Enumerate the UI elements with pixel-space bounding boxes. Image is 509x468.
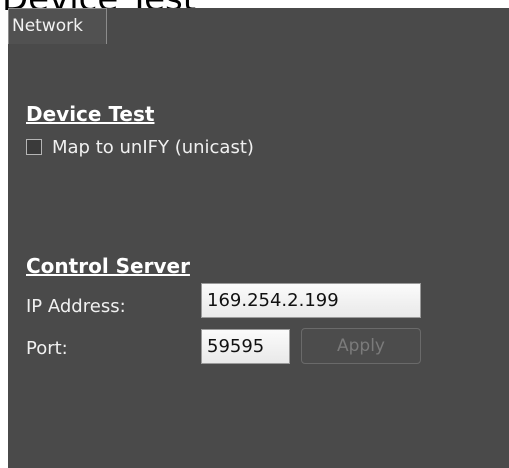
ip-address-label: IP Address: bbox=[26, 296, 126, 317]
map-to-unify-label: Map to unIFY (unicast) bbox=[52, 136, 254, 158]
map-to-unify-row[interactable]: Map to unIFY (unicast) bbox=[26, 136, 254, 158]
tab-network[interactable]: Network bbox=[8, 8, 107, 44]
port-label: Port: bbox=[26, 338, 68, 359]
apply-button[interactable]: Apply bbox=[301, 328, 421, 364]
network-panel: Network Device Test Map to unIFY (unicas… bbox=[8, 8, 509, 468]
ip-address-field[interactable]: 169.254.2.199 bbox=[201, 283, 421, 318]
control-server-heading: Control Server bbox=[26, 254, 190, 278]
port-field[interactable]: 59595 bbox=[201, 329, 290, 364]
device-test-heading: Device Test bbox=[26, 102, 155, 126]
map-to-unify-checkbox[interactable] bbox=[26, 139, 42, 155]
